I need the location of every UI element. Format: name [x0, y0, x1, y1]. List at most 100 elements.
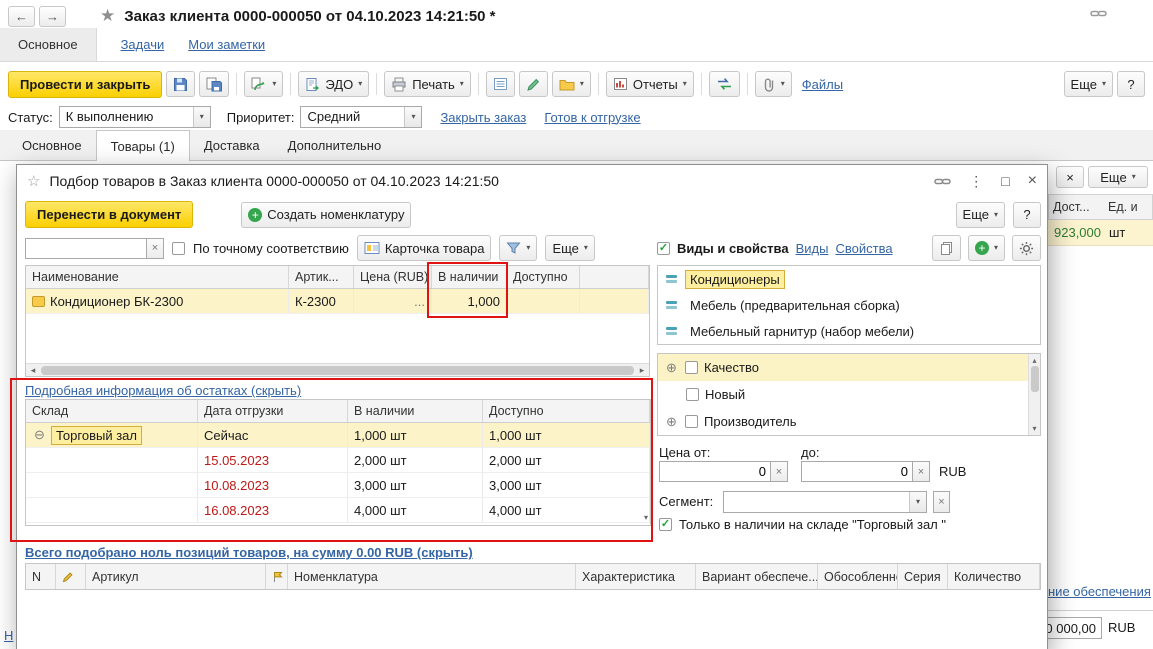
price-from-clear-button[interactable]: × — [771, 461, 788, 482]
tab-goods[interactable]: Товары (1) — [96, 130, 190, 161]
tab-main[interactable]: Основное — [8, 130, 96, 160]
reports-dropdown[interactable]: Отчеты ▾ — [606, 71, 694, 97]
print-dropdown[interactable]: Печать ▾ — [384, 71, 471, 97]
scroll-down-icon[interactable]: ▾ — [1032, 423, 1036, 434]
column-name[interactable]: Наименование — [26, 266, 289, 288]
more-dropdown[interactable]: Еще ▾ — [1064, 71, 1113, 97]
column-stock[interactable]: В наличии — [432, 266, 507, 288]
column-separate[interactable]: Обособленно — [818, 564, 898, 589]
folder-dropdown[interactable]: ▾ — [552, 71, 591, 97]
edit-button[interactable] — [519, 71, 548, 97]
column-nomenclature[interactable]: Номенклатура — [288, 564, 576, 589]
tree-item-manufacturer[interactable]: ⊕ Производитель — [658, 408, 1040, 435]
tab-delivery[interactable]: Доставка — [190, 130, 274, 160]
dialog-menu-icon[interactable]: ⋮ — [969, 174, 983, 188]
save-and-post-button[interactable] — [199, 71, 229, 97]
column-characteristic[interactable]: Характеристика — [576, 564, 696, 589]
stock-row[interactable]: ⊖ Торговый зал Сейчас 1,000 шт 1,000 шт — [26, 423, 650, 448]
scroll-left-icon[interactable]: ◂ — [26, 366, 40, 375]
column-sku[interactable]: Артикул — [86, 564, 266, 589]
goods-row[interactable]: Кондиционер БК-2300 К-2300 ... 1,000 — [26, 289, 649, 314]
dialog-more-dropdown[interactable]: Еще ▾ — [956, 202, 1005, 228]
exchange-button[interactable] — [709, 71, 740, 97]
column-price[interactable]: Цена (RUB) — [354, 266, 432, 288]
column-edit-icon-header[interactable] — [56, 564, 86, 589]
item-card-button[interactable]: Карточка товара — [357, 235, 492, 261]
section-tab-main[interactable]: Основное — [0, 28, 97, 61]
column-warehouse[interactable]: Склад — [26, 400, 198, 422]
price-from-input[interactable] — [659, 461, 771, 482]
files-link[interactable]: Файлы — [802, 77, 843, 92]
stock-row[interactable]: 15.05.2023 2,000 шт 2,000 шт — [26, 448, 650, 473]
back-button[interactable]: ← — [8, 6, 35, 27]
bg-column-available[interactable]: Дост... — [1048, 194, 1105, 220]
get-link-icon[interactable] — [1090, 7, 1107, 20]
post-and-close-button[interactable]: Провести и закрыть — [8, 71, 162, 98]
section-link-notes[interactable]: Мои заметки — [188, 28, 265, 61]
save-button[interactable] — [166, 71, 195, 97]
scroll-up-icon[interactable]: ▴ — [1032, 355, 1036, 366]
manufacturer-checkbox[interactable] — [685, 415, 698, 428]
tab-additional[interactable]: Дополнительно — [274, 130, 396, 160]
selection-summary-link[interactable]: Всего подобрано ноль позиций товаров, на… — [25, 545, 473, 560]
create-based-on-dropdown[interactable]: ▾ — [244, 71, 283, 97]
stock-row[interactable]: 16.08.2023 4,000 шт 4,000 шт — [26, 498, 650, 523]
column-quantity[interactable]: Количество — [948, 564, 1040, 589]
bg-close-button[interactable]: × — [1056, 166, 1084, 188]
bg-column-unit[interactable]: Ед. и — [1104, 194, 1153, 220]
column-supply-option[interactable]: Вариант обеспече... — [696, 564, 818, 589]
column-series[interactable]: Серия — [898, 564, 948, 589]
add-kind-dropdown[interactable]: + ▾ — [968, 235, 1005, 261]
list-view-button[interactable] — [486, 71, 515, 97]
collapse-icon[interactable]: ⊖ — [32, 427, 47, 443]
only-in-stock-checkbox[interactable]: ✓ — [659, 518, 672, 531]
attachments-dropdown[interactable]: ▾ — [755, 71, 792, 97]
column-ship-date[interactable]: Дата отгрузки — [198, 400, 348, 422]
edo-dropdown[interactable]: ЭДО ▾ — [298, 71, 369, 97]
scrollbar-thumb[interactable] — [1031, 366, 1039, 392]
status-select[interactable]: К выполнению ▾ — [59, 106, 211, 128]
dialog-favorite-star-icon[interactable]: ☆ — [27, 172, 40, 190]
settings-button[interactable] — [1012, 235, 1041, 261]
expand-icon[interactable]: ⊕ — [664, 360, 679, 376]
bg-more-dropdown[interactable]: Еще ▾ — [1088, 166, 1148, 188]
kinds-link[interactable]: Виды — [796, 241, 829, 256]
properties-link[interactable]: Свойства — [835, 241, 892, 256]
ready-to-ship-link[interactable]: Готов к отгрузке — [544, 110, 640, 125]
bg-supply-state-link[interactable]: ние обеспечения — [1048, 584, 1151, 599]
quality-checkbox[interactable] — [685, 361, 698, 374]
priority-select[interactable]: Средний ▾ — [300, 106, 422, 128]
scrollbar-thumb[interactable] — [41, 366, 634, 375]
dialog-help-button[interactable]: ? — [1013, 202, 1041, 228]
expand-icon[interactable]: ⊕ — [664, 414, 679, 430]
kind-item-furniture-set[interactable]: Мебельный гарнитур (набор мебели) — [658, 318, 1040, 344]
scroll-right-icon[interactable]: ▸ — [635, 366, 649, 375]
exact-match-checkbox[interactable] — [172, 242, 185, 255]
column-n[interactable]: N — [26, 564, 56, 589]
price-to-input[interactable] — [801, 461, 913, 482]
column-available[interactable]: Доступно — [483, 400, 650, 422]
segment-clear-button[interactable]: × — [933, 491, 950, 513]
tree-item-quality[interactable]: ⊕ Качество — [658, 354, 1040, 381]
copy-button[interactable] — [932, 235, 961, 261]
section-link-tasks[interactable]: Задачи — [121, 28, 165, 61]
properties-vertical-scrollbar[interactable]: ▴ ▾ — [1028, 354, 1040, 435]
kinds-checkbox[interactable]: ✓ — [657, 242, 670, 255]
column-available[interactable]: Доступно — [507, 266, 580, 288]
goods-horizontal-scrollbar[interactable]: ◂ ▸ — [26, 363, 649, 376]
column-flag-icon-header[interactable] — [266, 564, 288, 589]
transfer-to-document-button[interactable]: Перенести в документ — [25, 201, 193, 228]
dialog-link-icon[interactable] — [934, 175, 951, 188]
close-order-link[interactable]: Закрыть заказ — [440, 110, 526, 125]
column-sku[interactable]: Артик... — [289, 266, 354, 288]
stock-row[interactable]: 10.08.2023 3,000 шт 3,000 шт — [26, 473, 650, 498]
new-checkbox[interactable] — [686, 388, 699, 401]
forward-button[interactable]: → — [39, 6, 66, 27]
filter-dropdown[interactable]: ▾ — [499, 235, 537, 261]
search-clear-button[interactable]: × — [147, 238, 164, 259]
favorite-star-icon[interactable]: ★ — [100, 6, 115, 26]
search-input[interactable] — [25, 238, 147, 259]
price-to-clear-button[interactable]: × — [913, 461, 930, 482]
help-button[interactable]: ? — [1117, 71, 1145, 97]
column-stock[interactable]: В наличии — [348, 400, 483, 422]
